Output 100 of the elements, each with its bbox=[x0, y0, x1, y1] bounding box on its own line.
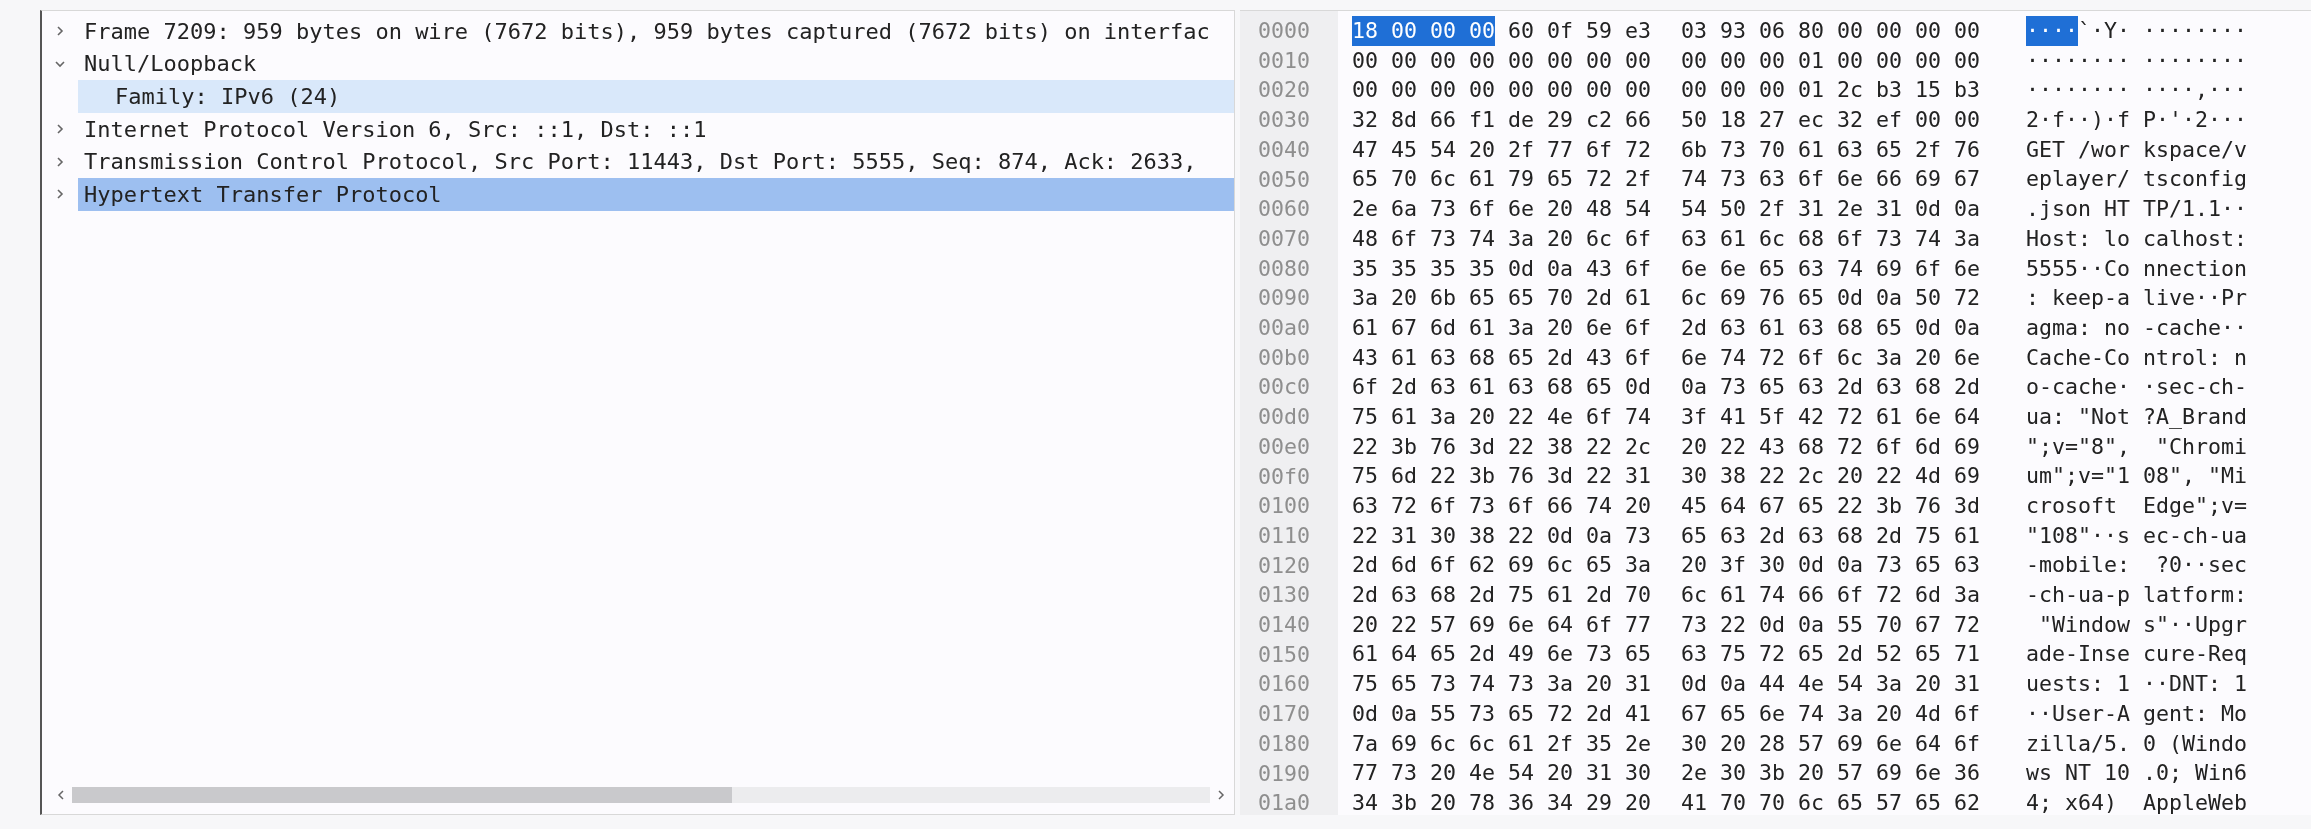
ascii-text: um";v="1 bbox=[2026, 462, 2130, 491]
hex-bytes: 50 18 27 ec 32 ef 00 00 bbox=[1680, 106, 1980, 135]
tree-item[interactable]: Internet Protocol Version 6, Src: ::1, Dst: ::1 bbox=[78, 112, 1234, 146]
hex-bytes: 03 93 06 80 00 00 00 00 bbox=[1680, 17, 1980, 45]
hex-bytes: 41 70 70 6c 65 57 65 62 bbox=[1680, 788, 1980, 817]
hex-bytes: 75 6d 22 3b 76 3d 22 31 bbox=[1352, 462, 1651, 491]
chevron-icon[interactable] bbox=[54, 188, 66, 201]
scroll-right-icon[interactable] bbox=[1216, 789, 1226, 801]
tree-item[interactable]: Hypertext Transfer Protocol bbox=[78, 177, 1234, 211]
ascii-text: ········ bbox=[2143, 46, 2248, 75]
offset-label: 00d0 bbox=[1258, 403, 1311, 432]
offset-label: 0180 bbox=[1258, 729, 1311, 758]
hex-bytes: 18 00 00 00 bbox=[1352, 16, 1495, 46]
ascii-text: agma: no bbox=[2026, 313, 2130, 342]
hex-bytes: 3f 41 5f 42 72 61 6e 64 bbox=[1680, 402, 1980, 431]
offset-label: 0170 bbox=[1258, 700, 1311, 729]
ascii-text: `·Y· bbox=[2078, 17, 2131, 45]
ascii-text: TP/1.1·· bbox=[2143, 195, 2248, 224]
hex-bytes: 77 73 20 4e 54 20 31 30 bbox=[1352, 759, 1651, 788]
ascii-text: latform: bbox=[2143, 581, 2248, 610]
ascii-text: o-cache· bbox=[2026, 373, 2130, 402]
offset-label: 0130 bbox=[1258, 581, 1311, 610]
ascii-text: ";v="8", bbox=[2026, 432, 2130, 461]
horizontal-scrollbar[interactable] bbox=[72, 787, 1210, 803]
ascii-text: 2·f··)·f bbox=[2026, 106, 2130, 135]
tree-item[interactable]: Null/Loopback bbox=[78, 47, 1234, 81]
hex-bytes: 2d 63 61 63 68 65 0d 0a bbox=[1680, 313, 1980, 342]
ascii-text: -cache·· bbox=[2143, 313, 2248, 342]
ascii-text: ws NT 10 bbox=[2026, 759, 2130, 788]
tree-item[interactable]: Frame 7209: 959 bytes on wire (7672 bits), 959 bytes captured (7672 bits) on interfac bbox=[78, 15, 1234, 48]
offset-label: 00f0 bbox=[1258, 462, 1311, 491]
hex-bytes: 6b 73 70 61 63 65 2f 76 bbox=[1680, 135, 1980, 164]
chevron-icon[interactable] bbox=[54, 123, 66, 136]
ascii-text: live··Pr bbox=[2143, 284, 2248, 313]
hex-bytes: 0d 0a 44 4e 54 3a 20 31 bbox=[1680, 670, 1980, 699]
ascii-text: Edge";v= bbox=[2143, 492, 2248, 520]
ascii-text: calhost: bbox=[2143, 224, 2248, 253]
hex-bytes: 30 38 22 2c 20 22 4d 69 bbox=[1680, 462, 1980, 491]
scroll-left-icon[interactable] bbox=[56, 789, 66, 801]
offset-label: 0100 bbox=[1258, 492, 1311, 521]
ascii-text: 0 (Windo bbox=[2143, 729, 2248, 758]
hex-bytes: 63 75 72 65 2d 52 65 71 bbox=[1680, 640, 1980, 669]
ascii-text: ·sec-ch- bbox=[2143, 373, 2248, 402]
hex-bytes: 47 45 54 20 2f 77 6f 72 bbox=[1352, 135, 1651, 164]
hex-bytes: 45 64 67 65 22 3b 76 3d bbox=[1680, 492, 1980, 520]
hex-bytes: 2e 6a 73 6f 6e 20 48 54 bbox=[1352, 195, 1651, 224]
hex-bytes: 00 00 00 01 00 00 00 00 bbox=[1680, 46, 1980, 75]
tree-item[interactable]: Transmission Control Protocol, Src Port: 11443, Dst Port: 5555, Seq: 874, Ack: 2633, bbox=[78, 145, 1234, 178]
hex-bytes: 65 63 2d 63 68 2d 75 61 bbox=[1680, 521, 1980, 550]
hex-bytes: 67 65 6e 74 3a 20 4d 6f bbox=[1680, 699, 1980, 728]
ascii-text: ?0··sec bbox=[2155, 551, 2248, 580]
ascii-text: eplayer/ bbox=[2026, 165, 2130, 194]
ascii-text: .json HT bbox=[2026, 195, 2130, 224]
offset-label: 0010 bbox=[1258, 46, 1311, 75]
ascii-text: -ch-ua-p bbox=[2026, 581, 2130, 610]
chevron-icon[interactable] bbox=[54, 25, 66, 38]
ascii-text: -mobile: bbox=[2026, 551, 2130, 580]
offset-label: 0160 bbox=[1258, 670, 1311, 699]
ascii-text: .0; Win6 bbox=[2143, 759, 2248, 788]
hex-bytes: 48 6f 73 74 3a 20 6c 6f bbox=[1352, 224, 1651, 253]
ascii-text: Host: lo bbox=[2026, 224, 2130, 253]
ascii-text: ntrol: n bbox=[2143, 343, 2248, 372]
hex-bytes: 3a 20 6b 65 65 70 2d 61 bbox=[1352, 284, 1651, 313]
ascii-text: ?A_Brand bbox=[2143, 402, 2248, 431]
hex-bytes: 65 70 6c 61 79 65 72 2f bbox=[1352, 165, 1651, 194]
hex-bytes: 22 31 30 38 22 0d 0a 73 bbox=[1352, 521, 1651, 550]
hex-bytes: 20 22 57 69 6e 64 6f 77 bbox=[1352, 610, 1651, 639]
offset-label: 0150 bbox=[1258, 640, 1311, 669]
ascii-text: nnection bbox=[2143, 254, 2248, 283]
offset-label: 0000 bbox=[1258, 17, 1311, 45]
hex-bytes: 00 00 00 00 00 00 00 00 bbox=[1352, 76, 1651, 105]
ascii-text: ua: "Not bbox=[2026, 402, 2130, 431]
ascii-text: "108"··s bbox=[2026, 521, 2130, 550]
ascii-text: ····,··· bbox=[2143, 76, 2248, 105]
hex-bytes: 63 61 6c 68 6f 73 74 3a bbox=[1680, 224, 1980, 253]
hex-bytes: 20 22 43 68 72 6f 6d 69 bbox=[1680, 432, 1980, 461]
tree-item[interactable]: Family: IPv6 (24) bbox=[78, 80, 1234, 113]
ascii-text: ········ bbox=[2143, 17, 2248, 45]
hex-bytes: 2d 6d 6f 62 69 6c 65 3a bbox=[1352, 551, 1651, 580]
offset-label: 0050 bbox=[1258, 165, 1311, 194]
ascii-text: : keep-a bbox=[2026, 284, 2130, 313]
chevron-icon[interactable] bbox=[54, 155, 66, 168]
hex-bytes: 54 50 2f 31 2e 31 0d 0a bbox=[1680, 195, 1980, 224]
ascii-text: ········ bbox=[2026, 76, 2130, 105]
hex-bytes: 6e 74 72 6f 6c 3a 20 6e bbox=[1680, 343, 1980, 372]
hex-bytes: 30 20 28 57 69 6e 64 6f bbox=[1680, 729, 1980, 758]
ascii-text: ········ bbox=[2026, 46, 2130, 75]
offset-label: 0040 bbox=[1258, 135, 1311, 164]
hex-bytes: 74 73 63 6f 6e 66 69 67 bbox=[1680, 165, 1980, 194]
offset-label: 00a0 bbox=[1258, 314, 1311, 343]
ascii-text: 5555··Co bbox=[2026, 254, 2130, 283]
hex-bytes: 63 72 6f 73 6f 66 74 20 bbox=[1352, 492, 1651, 520]
hex-bytes: 32 8d 66 f1 de 29 c2 66 bbox=[1352, 106, 1651, 135]
ascii-text: 4; x64) bbox=[2026, 788, 2118, 817]
ascii-text: GET /wor bbox=[2026, 135, 2130, 164]
hex-bytes: 22 3b 76 3d 22 38 22 2c bbox=[1352, 432, 1651, 461]
offset-label: 00b0 bbox=[1258, 343, 1311, 372]
ascii-text: 08", "Mi bbox=[2143, 462, 2248, 491]
offset-label: 0030 bbox=[1258, 106, 1311, 135]
hex-bytes: 75 65 73 74 73 3a 20 31 bbox=[1352, 670, 1651, 699]
